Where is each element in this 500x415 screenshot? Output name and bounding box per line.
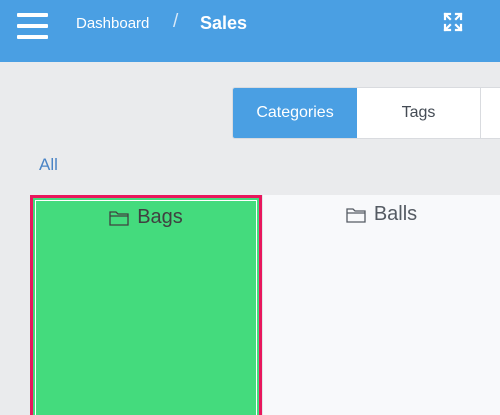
tab-tags[interactable]: Tags xyxy=(357,88,481,138)
all-categories-link[interactable]: All xyxy=(39,155,58,175)
category-tile-balls[interactable]: Balls xyxy=(262,195,500,415)
expand-arrows-icon[interactable] xyxy=(443,12,463,32)
category-name: Balls xyxy=(373,203,418,225)
breadcrumb-separator: / xyxy=(173,11,179,32)
category-grid: Bags Balls xyxy=(30,195,500,415)
category-tile-label: Bags xyxy=(33,206,259,229)
view-tabs: Categories Tags xyxy=(232,87,500,139)
tile-inner-border xyxy=(35,200,257,415)
menu-line xyxy=(17,13,48,17)
tab-categories[interactable]: Categories xyxy=(233,88,357,138)
category-name: Bags xyxy=(137,206,183,228)
hamburger-menu-icon[interactable] xyxy=(17,13,49,39)
category-tile-bags[interactable]: Bags xyxy=(30,195,262,415)
breadcrumb-dashboard[interactable]: Dashboard xyxy=(76,15,149,32)
page-title: Sales xyxy=(200,13,248,33)
category-tile-label: Balls xyxy=(263,203,500,226)
menu-line xyxy=(17,24,48,28)
menu-line xyxy=(17,35,48,39)
top-bar: Dashboard / Sales xyxy=(0,0,500,62)
folder-icon xyxy=(346,207,366,223)
folder-icon xyxy=(109,210,129,226)
